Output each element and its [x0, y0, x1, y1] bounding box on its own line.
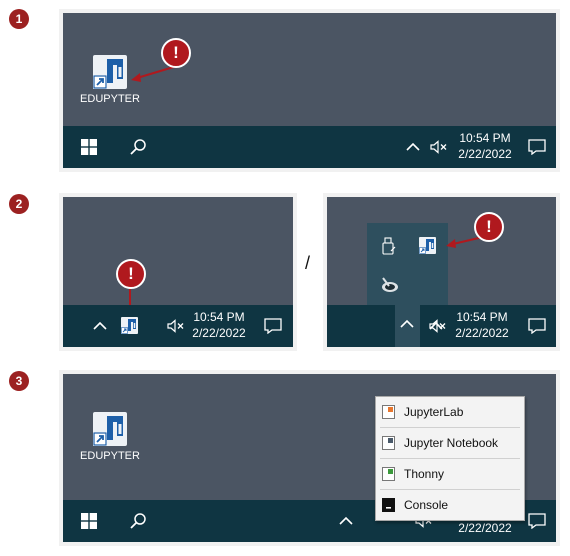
desktop-icon-label: EDUPYTER	[80, 93, 140, 105]
menu-item-console[interactable]: Console	[376, 490, 524, 520]
warning-icon: !	[161, 38, 191, 68]
clock-date: 2/22/2022	[192, 326, 246, 340]
volume-muted-icon[interactable]	[167, 319, 185, 333]
clock-date: 2/22/2022	[458, 147, 512, 161]
menu-item-label: Thonny	[404, 467, 445, 481]
taskbar-clock[interactable]: 10:54 PM 2/22/2022	[450, 130, 520, 162]
chevron-active-highlight	[395, 305, 420, 347]
desktop: 10:54 PM 2/22/2022 !	[327, 197, 556, 347]
chevron-up-icon[interactable]	[406, 142, 420, 152]
step-3-frame: EDUPYTER 10:54 PM 2/22/2022 JupyterLab	[59, 370, 560, 546]
tray-overflow-flyout	[367, 223, 448, 305]
search-icon[interactable]	[129, 138, 147, 156]
menu-item-thonny[interactable]: Thonny	[376, 459, 524, 489]
console-icon	[382, 498, 395, 512]
notification-icon[interactable]	[528, 139, 546, 155]
edupyter-context-menu: JupyterLab Jupyter Notebook Thonny Conso…	[375, 396, 525, 521]
step-2-left-frame: ! 10:54 PM 2/22/2022	[59, 193, 297, 351]
menu-item-label: Jupyter Notebook	[404, 436, 499, 450]
menu-item-label: JupyterLab	[404, 405, 464, 419]
taskbar: 10:54 PM 2/22/2022	[63, 305, 293, 347]
network-tray-icon[interactable]	[380, 275, 400, 295]
desktop: ! 10:54 PM 2/22/2022	[63, 197, 293, 347]
volume-muted-icon[interactable]	[429, 319, 447, 333]
taskbar: 10:54 PM 2/22/2022	[327, 305, 556, 347]
desktop: EDUPYTER 10:54 PM 2/22/2022 JupyterLab	[63, 374, 556, 542]
step-2-badge: 2	[9, 194, 29, 214]
search-icon[interactable]	[129, 512, 147, 530]
windows-start-icon[interactable]	[81, 139, 97, 155]
taskbar-clock[interactable]: 10:54 PM 2/22/2022	[447, 309, 517, 341]
clock-time: 10:54 PM	[193, 310, 245, 324]
desktop: EDUPYTER ! 10:54 PM 2/22/2022	[63, 13, 556, 168]
clock-time: 10:54 PM	[456, 310, 508, 324]
jupyterlab-icon	[382, 405, 395, 419]
or-separator: /	[305, 253, 311, 273]
usb-drive-icon[interactable]	[382, 237, 396, 255]
chevron-up-icon[interactable]	[93, 321, 107, 331]
step-3-badge: 3	[9, 371, 29, 391]
edupyter-desktop-icon[interactable]	[93, 55, 127, 89]
warning-icon: !	[116, 259, 146, 289]
edupyter-tray-icon[interactable]	[121, 317, 138, 334]
thonny-icon	[382, 467, 395, 481]
chevron-up-icon[interactable]	[339, 516, 353, 526]
notification-icon[interactable]	[528, 513, 546, 529]
taskbar: 10:54 PM 2/22/2022	[63, 126, 556, 168]
menu-item-jupyter-notebook[interactable]: Jupyter Notebook	[376, 428, 524, 458]
clock-time: 10:54 PM	[459, 131, 511, 145]
edupyter-tray-icon[interactable]	[419, 237, 436, 254]
clock-date: 2/22/2022	[458, 521, 512, 535]
taskbar-clock[interactable]: 10:54 PM 2/22/2022	[184, 309, 254, 341]
notification-icon[interactable]	[264, 318, 282, 334]
edupyter-desktop-icon[interactable]	[93, 412, 127, 446]
notification-icon[interactable]	[528, 318, 546, 334]
menu-item-label: Console	[404, 498, 449, 512]
step-1-frame: EDUPYTER ! 10:54 PM 2/22/2022	[59, 9, 560, 172]
clock-date: 2/22/2022	[455, 326, 509, 340]
step-1-badge: 1	[9, 9, 29, 29]
menu-item-jupyterlab[interactable]: JupyterLab	[376, 397, 524, 427]
desktop-icon-label: EDUPYTER	[80, 450, 140, 462]
step-2-right-frame: 10:54 PM 2/22/2022 !	[323, 193, 560, 351]
jupyter-notebook-icon	[382, 436, 395, 450]
warning-icon: !	[474, 212, 504, 242]
chevron-up-icon[interactable]	[400, 319, 414, 329]
volume-muted-icon[interactable]	[430, 140, 448, 154]
windows-start-icon[interactable]	[81, 513, 97, 529]
